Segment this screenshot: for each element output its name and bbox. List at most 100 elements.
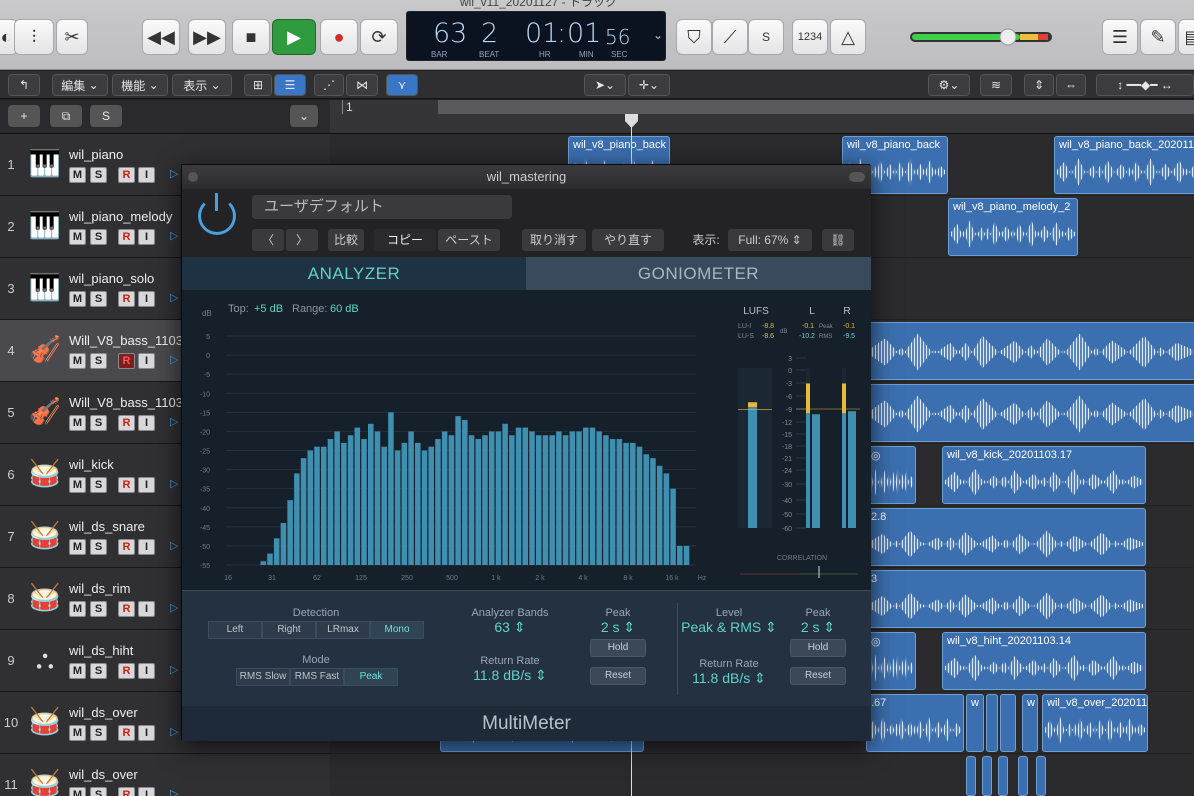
solo-button[interactable]: S	[90, 229, 107, 245]
browser-icon[interactable]: ▤	[1178, 19, 1194, 55]
crosshair-tool[interactable]: ✛⌄	[628, 74, 670, 96]
track-name[interactable]: wil_ds_rim	[69, 581, 130, 596]
return-rate-value[interactable]: 11.8 dB/s ⇕	[462, 667, 558, 684]
solo-button[interactable]: S	[90, 353, 107, 369]
record-enable-button[interactable]: R	[118, 291, 135, 307]
list-view-icon[interactable]: ☰	[274, 74, 306, 96]
rewind-button[interactable]: ◀◀	[142, 19, 180, 55]
automation-icon[interactable]: ⋰	[314, 74, 344, 96]
mute-button[interactable]: M	[69, 477, 86, 493]
region-bass-1[interactable]	[866, 322, 1194, 380]
track-name[interactable]: wil_ds_over	[69, 767, 138, 782]
detection-option-mono[interactable]: Mono	[370, 621, 424, 639]
mute-button[interactable]: M	[69, 415, 86, 431]
play-icon[interactable]: ▷	[170, 291, 180, 307]
region-over-w2[interactable]	[986, 694, 998, 752]
notepad-icon[interactable]: ✎	[1140, 19, 1176, 55]
analyzer-bands-value[interactable]: 63 ⇕	[462, 619, 558, 636]
view-zoom-select[interactable]: Full: 67% ⇕	[728, 229, 812, 251]
copy-button[interactable]: コピー	[374, 229, 436, 251]
input-monitor-button[interactable]: I	[138, 539, 155, 555]
reset-button[interactable]: Reset	[590, 667, 646, 685]
solo-button[interactable]: S	[90, 415, 107, 431]
hold-button[interactable]: Hold	[590, 639, 646, 657]
cycle-button[interactable]: ⟳	[360, 19, 398, 55]
play-icon[interactable]: ▷	[170, 787, 180, 796]
gear-icon[interactable]: ⚙⌄	[928, 74, 970, 96]
track-name[interactable]: Will_V8_bass_1103	[69, 333, 183, 348]
region-over-w3[interactable]	[1000, 694, 1016, 752]
paste-button[interactable]: ペースト	[438, 229, 500, 251]
solo-button[interactable]: S	[90, 291, 107, 307]
fast-forward-button[interactable]: ▶▶	[188, 19, 226, 55]
global-solo-button[interactable]: S	[90, 105, 122, 127]
region-hiht-1[interactable]: ◎	[866, 632, 916, 690]
tab-goniometer[interactable]: GONIOMETER	[526, 257, 871, 290]
record-enable-button[interactable]: R	[118, 167, 135, 183]
region-rim[interactable]: 3	[866, 570, 1146, 628]
return-rate-2-value[interactable]: 11.8 dB/s ⇕	[676, 670, 782, 687]
redo-button[interactable]: やり直す	[592, 229, 664, 251]
duplicate-track-icon[interactable]: ⧉	[50, 105, 82, 127]
mute-button[interactable]: M	[69, 787, 86, 796]
hold-2-button[interactable]: Hold	[790, 639, 846, 657]
region-over-w1[interactable]: w	[966, 694, 984, 752]
scissors-icon[interactable]: ✂	[56, 19, 88, 55]
chevron-down-icon[interactable]: ⌄	[653, 28, 663, 42]
master-volume-slider[interactable]	[910, 27, 1052, 47]
mute-button[interactable]: M	[69, 539, 86, 555]
region-piano-back-3[interactable]: wil_v8_piano_back_202011	[1054, 136, 1194, 194]
pointer-tool[interactable]: ➤⌄	[584, 74, 626, 96]
link-icon[interactable]: ⛓	[822, 229, 854, 251]
power-icon[interactable]	[198, 193, 236, 235]
mode-option-rms-slow[interactable]: RMS Slow	[236, 668, 290, 686]
tuner-icon[interactable]: ⟋	[712, 19, 748, 55]
solo-button[interactable]: S	[90, 167, 107, 183]
play-icon[interactable]: ▷	[170, 663, 180, 679]
solo-button[interactable]: S	[90, 787, 107, 796]
view-menu[interactable]: 表示 ⌄	[172, 74, 232, 96]
stop-button[interactable]: ■	[232, 19, 270, 55]
mute-button[interactable]: M	[69, 663, 86, 679]
region-hiht-2[interactable]: wil_v8_hiht_20201103.14	[942, 632, 1146, 690]
region-kick-2[interactable]: wil_v8_kick_20201103.17	[942, 446, 1146, 504]
input-monitor-button[interactable]: I	[138, 601, 155, 617]
region-over-w4[interactable]: w	[1022, 694, 1038, 752]
collapse-icon[interactable]: ⌄	[290, 105, 318, 127]
track-lane[interactable]	[330, 754, 1194, 796]
count-in-button[interactable]: 1234	[792, 19, 828, 55]
preset-menu[interactable]: ユーザデフォルト	[252, 195, 512, 219]
solo-button[interactable]: S	[90, 725, 107, 741]
input-monitor-button[interactable]: I	[138, 167, 155, 183]
input-monitor-button[interactable]: I	[138, 229, 155, 245]
track-name[interactable]: wil_ds_over	[69, 705, 138, 720]
level-mode-value[interactable]: Peak & RMS ⇕	[676, 619, 782, 636]
waveform-zoom-icon[interactable]: ≋	[980, 74, 1012, 96]
record-enable-button[interactable]: R	[118, 477, 135, 493]
mode-option-peak[interactable]: Peak	[344, 668, 398, 686]
region-over-b5[interactable]	[1036, 756, 1046, 796]
region-over-b4[interactable]	[1018, 756, 1028, 796]
mute-button[interactable]: M	[69, 291, 86, 307]
previous-preset-icon[interactable]: 〈	[252, 229, 284, 251]
record-enable-button[interactable]: R	[118, 229, 135, 245]
record-enable-button[interactable]: R	[118, 539, 135, 555]
detection-option-lrmax[interactable]: LRmax	[316, 621, 370, 639]
play-icon[interactable]: ▷	[170, 167, 180, 183]
metronome-icon[interactable]: △	[830, 19, 866, 55]
play-icon[interactable]: ▷	[170, 415, 180, 431]
reset-2-button[interactable]: Reset	[790, 667, 846, 685]
solo-button[interactable]: S	[90, 477, 107, 493]
track-name[interactable]: wil_kick	[69, 457, 114, 472]
play-icon[interactable]: ▷	[170, 725, 180, 741]
edit-menu[interactable]: 編集 ⌄	[52, 74, 108, 96]
mixer-icon[interactable]: ⫶	[14, 19, 54, 55]
region-over-b2[interactable]	[982, 756, 992, 796]
region-piano-melody-2[interactable]: wil_v8_piano_melody_2	[948, 198, 1078, 256]
grid-view-icon[interactable]: ⊞	[244, 74, 272, 96]
detection-option-right[interactable]: Right	[262, 621, 316, 639]
zoom-slider[interactable]: ↕ ━━◆━ ↔	[1096, 74, 1194, 96]
input-monitor-button[interactable]: I	[138, 787, 155, 796]
flex-icon[interactable]: ⋈	[346, 74, 378, 96]
solo-button[interactable]: S	[90, 539, 107, 555]
